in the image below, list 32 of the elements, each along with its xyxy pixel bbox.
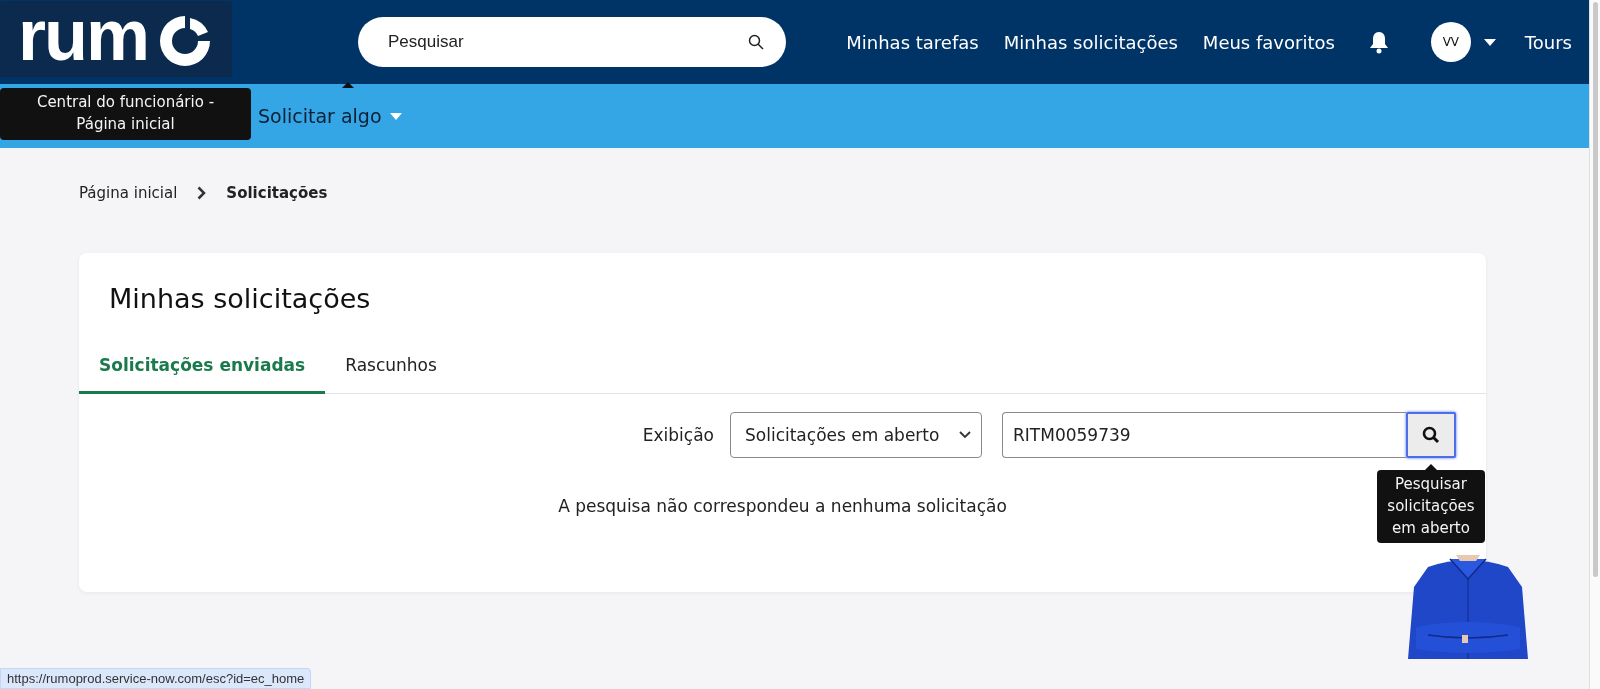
nav-menu[interactable]: Solicitar algo bbox=[258, 105, 402, 127]
tours-link[interactable]: Tours bbox=[1524, 31, 1572, 53]
search-field[interactable]: Pesquisar bbox=[358, 17, 786, 67]
logo-tooltip: Central do funcionário - Página inicial bbox=[0, 88, 251, 140]
tooltip-arrow-icon bbox=[342, 82, 354, 88]
breadcrumb-item: Solicitações bbox=[226, 183, 328, 202]
tab[interactable]: Rascunhos bbox=[325, 345, 457, 394]
chevron-down-icon bbox=[959, 431, 971, 439]
request-search-field[interactable]: RITM0059739 bbox=[1002, 412, 1406, 458]
tab[interactable]: Solicitações enviadas bbox=[79, 345, 326, 394]
chevron-icon bbox=[197, 185, 207, 200]
view-dropdown[interactable]: Solicitações em aberto bbox=[730, 412, 982, 458]
header-link[interactable]: Meus favoritos bbox=[1202, 31, 1335, 53]
search-field[interactable]: Pesquisar bbox=[386, 31, 748, 53]
breadcrumb-item[interactable]: Página inicial bbox=[79, 183, 178, 202]
search-button[interactable] bbox=[1406, 412, 1456, 458]
card-title: Minhas solicitações bbox=[109, 283, 371, 314]
bell-icon[interactable] bbox=[1367, 30, 1390, 54]
caret-icon bbox=[389, 112, 402, 120]
user-avatar[interactable]: VV bbox=[1430, 22, 1471, 62]
logo[interactable]: rum bbox=[0, 1, 232, 77]
status-url: https://rumoprod.service-now.com/esc?id=ec_home bbox=[0, 668, 312, 689]
search-tooltip: Pesquisar solicitações em aberto bbox=[1377, 470, 1485, 544]
search-icon bbox=[1422, 426, 1440, 444]
header-link[interactable]: Minhas tarefas bbox=[846, 31, 979, 53]
filter-label: Exibição bbox=[642, 425, 714, 445]
logo-text: rum bbox=[18, 0, 149, 71]
request-search-field[interactable]: RITM0059739 bbox=[1003, 424, 1406, 446]
empty-message: A pesquisa não correspondeu a nenhuma solicitação bbox=[558, 496, 1007, 516]
caret-icon[interactable] bbox=[1483, 38, 1496, 46]
search-icon bbox=[748, 34, 764, 50]
header-link[interactable]: Minhas solicitações bbox=[1003, 31, 1178, 53]
